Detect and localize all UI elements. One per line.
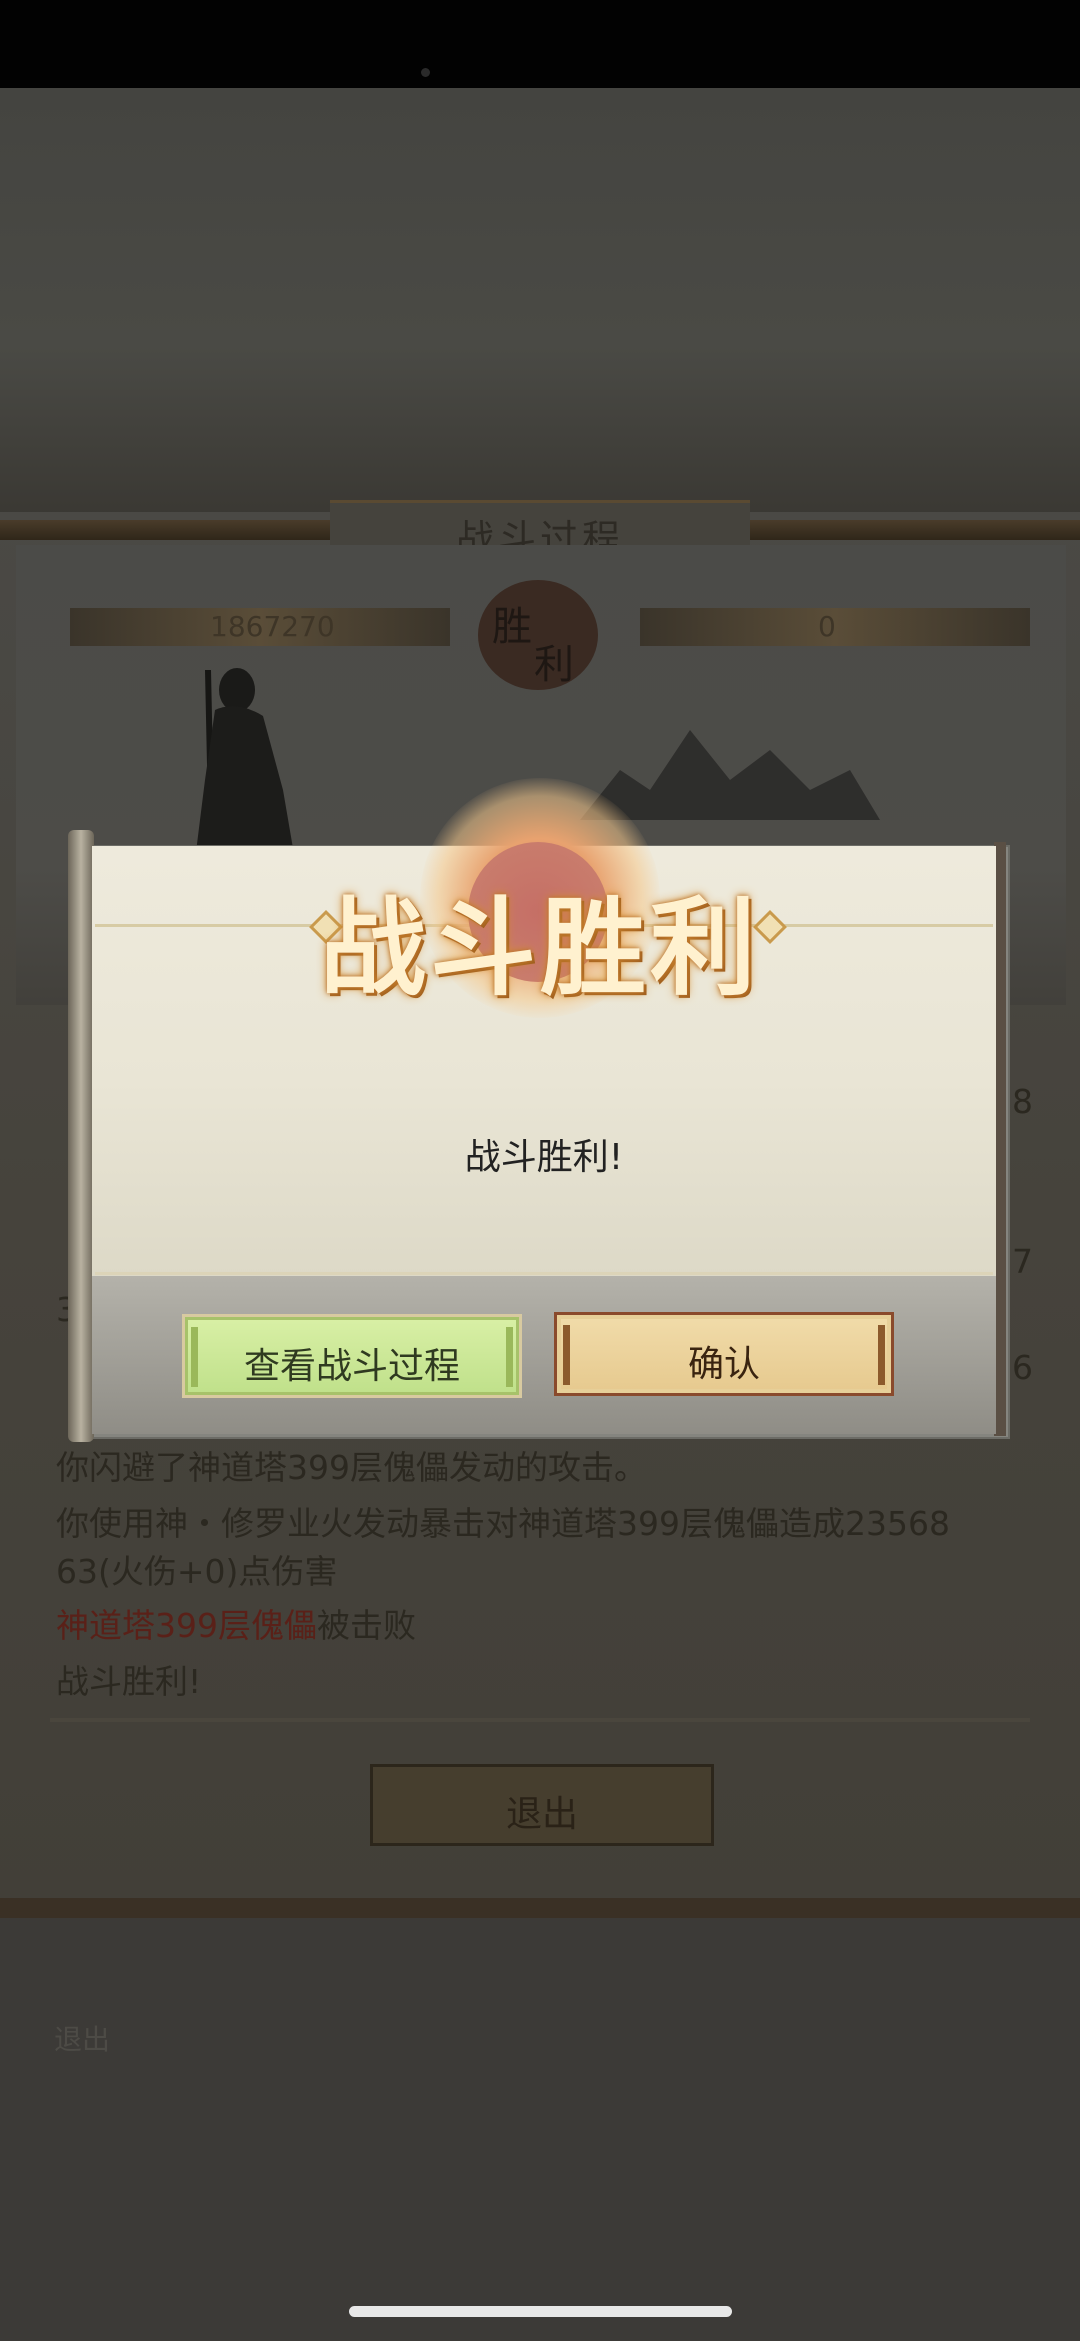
scroll-roller-icon [68,830,94,1442]
log-line: 神道塔399层傀儡被击败 [56,1602,1046,1650]
view-battle-process-button[interactable]: 查看战斗过程 [182,1314,522,1398]
log-enemy-name: 神道塔399层傀儡 [56,1606,317,1645]
seal-char-2: 利 [534,642,574,688]
dialog-ornament-line [95,1272,993,1275]
log-line: 你闪避了神道塔399层傀儡发动的攻击。 [56,1448,647,1487]
confirm-button-label: 确认 [687,1344,760,1385]
dialog-title: 战斗胜利 [320,885,760,1010]
log-overflow-char: 6 [1012,1348,1033,1387]
log-line: 你使用神・修罗业火发动暴击对神道塔399层傀儡造成23568 [56,1504,950,1543]
exit-button-label: 退出 [505,1794,578,1835]
log-defeat-text: 被击败 [317,1606,416,1645]
log-overflow-char: 7 [1012,1242,1033,1281]
seal-char-1: 胜 [492,604,532,650]
hero-silhouette-icon [195,668,295,860]
home-indicator[interactable] [349,2306,732,2317]
dimmed-background [0,88,1080,518]
dialog-message: 战斗胜利! [464,1137,624,1178]
log-divider [50,1718,1030,1722]
camera-cutout [421,68,430,77]
log-overflow-char: 8 [1012,1082,1033,1121]
exit-button[interactable]: 退出 [370,1764,714,1846]
confirm-button[interactable]: 确认 [554,1312,894,1396]
view-battle-process-label: 查看战斗过程 [243,1346,460,1387]
status-bar [0,0,1080,88]
dimmed-background-bottom [0,1918,1080,2341]
mountains-icon [580,730,880,820]
log-line: 63(火伤+0)点伤害 [56,1552,338,1591]
background-exit-label: 退出 [54,2023,111,2056]
victory-seal: 胜 利 [478,580,598,690]
right-hp-value: 0 [818,610,836,643]
left-hp-value: 1867270 [210,610,335,643]
log-line: 战斗胜利! [56,1662,202,1701]
